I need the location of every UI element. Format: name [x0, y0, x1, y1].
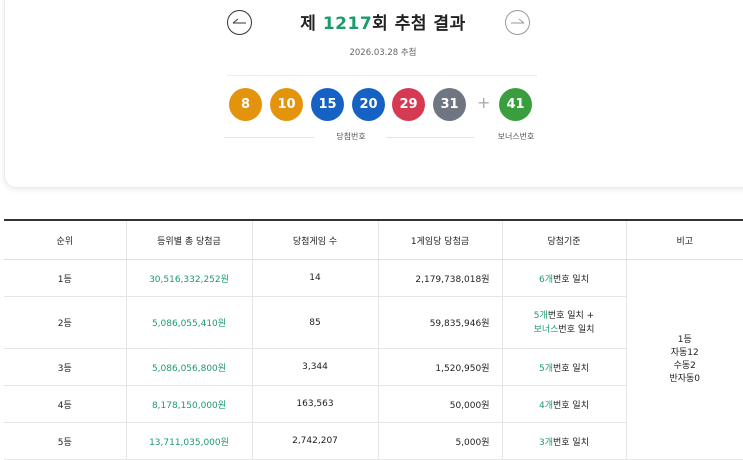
bonus-ball: 41	[499, 88, 532, 121]
caption-line-left	[224, 137, 314, 138]
table-row: 1등 30,516,332,252원 14 2,179,738,018원 6개번…	[4, 259, 743, 460]
total-prize-cell: 5,086,056,800원	[126, 348, 253, 386]
number-ball: 10	[270, 88, 303, 121]
remark-cell: 1등 자동12 수동2 반자동0	[626, 259, 743, 460]
rank-cell: 2등	[4, 296, 127, 349]
header-prize-per-game: 1게임당 당첨금	[378, 219, 503, 260]
next-round-button[interactable]	[505, 10, 530, 35]
header-remark: 비고	[626, 219, 743, 260]
total-prize-cell: 8,178,150,000원	[126, 385, 253, 423]
caption-line-right	[386, 137, 474, 138]
number-ball: 20	[352, 88, 385, 121]
total-prize-cell: 5,086,055,410원	[126, 296, 253, 349]
prize-per-game-cell: 59,835,946원	[378, 296, 503, 349]
criteria-cell: 6개번호 일치	[502, 259, 627, 297]
prize-per-game-cell: 5,000원	[378, 422, 503, 460]
winner-count-cell: 2,742,207	[252, 422, 379, 460]
header-criteria: 당첨기준	[502, 219, 627, 260]
page-title: 제 1217회 추첨 결과	[300, 14, 466, 34]
winner-count-cell: 163,563	[252, 385, 379, 423]
arrow-right-icon	[511, 18, 525, 24]
criteria-cell: 5개번호 일치 + 보너스번호 일치	[502, 296, 627, 349]
prize-per-game-cell: 50,000원	[378, 385, 503, 423]
winner-count-cell: 14	[252, 259, 379, 297]
prev-round-button[interactable]	[227, 10, 252, 35]
header-total-prize: 등위별 총 당첨금	[126, 219, 253, 260]
winner-count-cell: 3,344	[252, 348, 379, 386]
draw-date: 2026.03.28 추첨	[349, 48, 417, 58]
rank-cell: 4등	[4, 385, 127, 423]
total-prize-cell: 30,516,332,252원	[126, 259, 253, 297]
divider	[227, 75, 537, 76]
rank-cell: 1등	[4, 259, 127, 297]
rank-cell: 5등	[4, 422, 127, 460]
prize-per-game-cell: 2,179,738,018원	[378, 259, 503, 297]
number-ball: 31	[433, 88, 466, 121]
number-ball: 29	[392, 88, 425, 121]
header-rank: 순위	[4, 219, 127, 260]
number-ball: 15	[311, 88, 344, 121]
prize-per-game-cell: 1,520,950원	[378, 348, 503, 386]
draw-result-card: 제 1217회 추첨 결과 2026.03.28 추첨 8 10 15 20 29 31 …	[4, 0, 743, 188]
bonus-number-label: 보너스번호	[497, 132, 535, 141]
table-header-row: 순위 등위별 총 당첨금 당첨게임 수 1게임당 당첨금 당첨기준 비고	[4, 219, 743, 260]
criteria-cell: 3개번호 일치	[502, 422, 627, 460]
number-ball: 8	[229, 88, 262, 121]
plus-sign: +	[477, 93, 491, 112]
criteria-cell: 5개번호 일치	[502, 348, 627, 386]
total-prize-cell: 13,711,035,000원	[126, 422, 253, 460]
rank-cell: 3등	[4, 348, 127, 386]
winning-numbers-label: 당첨번호	[336, 132, 366, 141]
round-number: 1217	[322, 14, 373, 34]
arrow-left-icon	[232, 18, 246, 24]
header-winner-count: 당첨게임 수	[252, 219, 379, 260]
criteria-cell: 4개번호 일치	[502, 385, 627, 423]
prize-table: 순위 등위별 총 당첨금 당첨게임 수 1게임당 당첨금 당첨기준 비고 1등 …	[4, 219, 743, 460]
winner-count-cell: 85	[252, 296, 379, 349]
